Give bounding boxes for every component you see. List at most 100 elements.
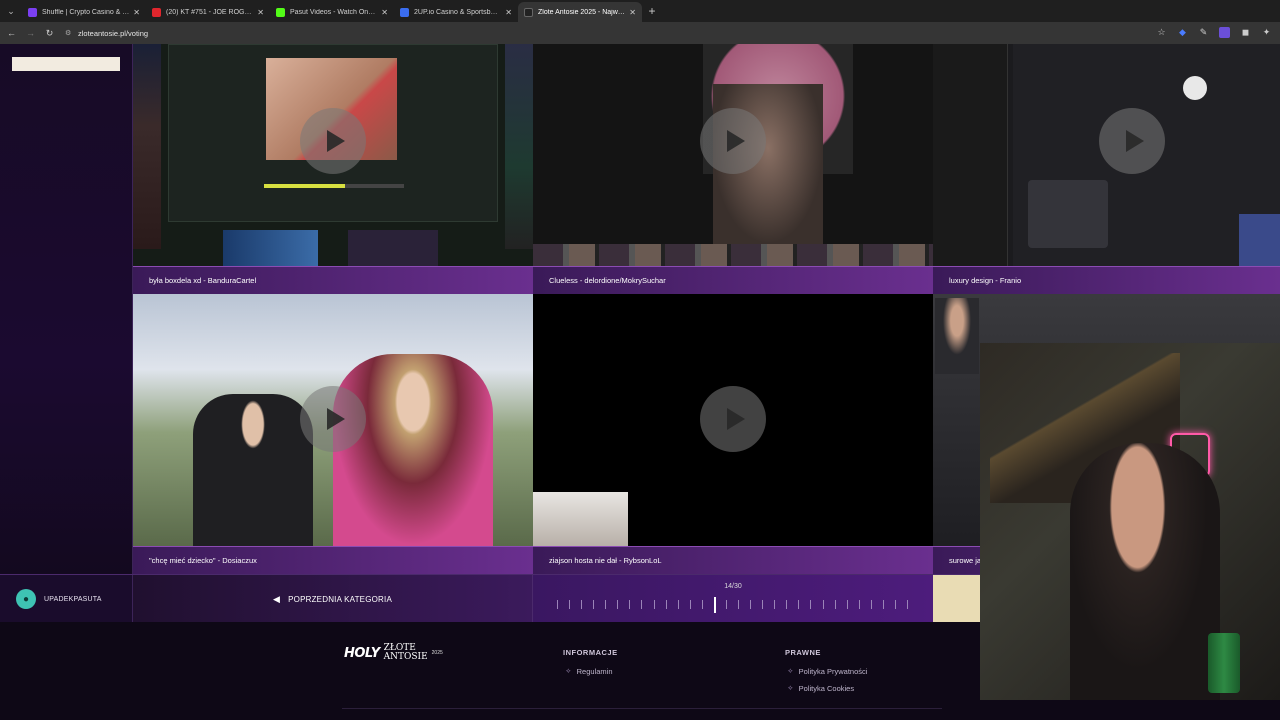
progress-tick[interactable] [593, 600, 595, 609]
progress-tick[interactable] [858, 600, 860, 609]
video-frame [533, 492, 628, 546]
new-tab-plus-icon[interactable]: + [642, 4, 662, 18]
browser-tab-4[interactable]: 2UP.io Casino & Sportsbook | ✕ [394, 2, 518, 22]
progress-tick[interactable] [834, 600, 836, 609]
video-card[interactable]: ziajson hosta nie dał - RybsonLoL [533, 294, 933, 574]
browser-tab-1[interactable]: Shuffle | Crypto Casino & Bitco ✕ [22, 2, 146, 22]
shuffle-favicon-icon [28, 7, 37, 17]
card-caption: luxury design - Franio [933, 266, 1280, 294]
footer-link-label: Polityka Cookies [798, 684, 855, 693]
puzzle-extensions-icon[interactable]: ✦ [1261, 27, 1272, 38]
progress-tick[interactable] [581, 600, 583, 609]
video-thumbnail [533, 44, 933, 266]
extension-icon[interactable]: ◼ [1240, 27, 1251, 38]
progress-tick[interactable] [738, 600, 740, 609]
previous-category-button[interactable]: ◀ POPRZEDNIA KATEGORIA [133, 575, 533, 623]
bullet-icon: ⟡ [566, 667, 571, 675]
tab-close-icon[interactable]: ✕ [133, 8, 140, 17]
footer-link-label: Polityka Prywatności [798, 667, 868, 676]
extension-icon[interactable]: ◆ [1177, 27, 1188, 38]
tab-close-icon[interactable]: ✕ [629, 8, 636, 17]
tab-search-chevron-icon[interactable]: ⌄ [0, 0, 22, 22]
webcam-person [1070, 443, 1220, 700]
forward-arrow-icon[interactable]: → [21, 28, 40, 38]
progress-tick[interactable] [822, 600, 824, 609]
footer-link-privacy[interactable]: ⟡ Polityka Prywatności [788, 667, 867, 676]
footer-link-regulamin[interactable]: ⟡ Regulamin [566, 667, 618, 676]
progress-tick[interactable] [894, 600, 896, 609]
play-icon[interactable] [1099, 108, 1165, 174]
video-card[interactable]: Clueless - delordione/MokrySuchar [533, 44, 933, 294]
sidebar-thumbnail[interactable] [12, 57, 120, 71]
video-frame [505, 44, 533, 249]
tab-label: Zlote Antosie 2025 - Największ [538, 8, 626, 16]
tab-label: (20) KT #751 - JOE ROGAN + S [166, 8, 254, 16]
progress-tick[interactable] [798, 600, 800, 609]
username: UPADEKPASUTA [44, 595, 102, 603]
category-progress: 14/30 [533, 575, 933, 623]
card-caption: "chcę mieć dziecko" - Dosiaczux [133, 546, 533, 574]
progress-tick[interactable] [762, 600, 764, 609]
site-info-icon[interactable]: ⚙ [65, 29, 73, 37]
progress-tick[interactable] [846, 600, 848, 609]
user-account[interactable]: ● UPADEKPASUTA [0, 575, 133, 623]
video-frame [133, 44, 161, 249]
webcam-can [1208, 633, 1240, 693]
youtube-favicon-icon [152, 7, 161, 17]
progress-tick[interactable] [605, 600, 607, 609]
progress-tick[interactable] [629, 600, 631, 609]
progress-tick[interactable] [641, 600, 643, 609]
play-icon[interactable] [300, 386, 366, 452]
left-sidebar [0, 44, 133, 574]
previous-category-label: POPRZEDNIA KATEGORIA [288, 594, 392, 604]
video-frame [935, 298, 979, 374]
progress-tick[interactable] [870, 600, 872, 609]
extension-icon[interactable]: ✎ [1198, 27, 1209, 38]
tab-close-icon[interactable]: ✕ [257, 8, 264, 17]
progress-tick[interactable] [617, 600, 619, 609]
progress-tick[interactable] [557, 600, 558, 609]
progress-tick-current[interactable] [713, 597, 716, 613]
tab-close-icon[interactable]: ✕ [505, 8, 512, 17]
video-card[interactable]: była boxdela xd - BanduraCartel [133, 44, 533, 294]
play-icon[interactable] [300, 108, 366, 174]
reload-icon[interactable]: ↻ [40, 28, 59, 39]
footer-link-cookies[interactable]: ⟡ Polityka Cookies [788, 684, 867, 693]
site-logo[interactable]: HOLY ZŁOTE ANTOSIE 2025 [344, 644, 443, 662]
extension-icon[interactable] [1219, 27, 1230, 38]
footer-info-heading: INFORMACJE [563, 648, 618, 657]
play-icon[interactable] [700, 386, 766, 452]
progress-tick[interactable] [750, 600, 752, 609]
progress-tick[interactable] [810, 600, 812, 609]
browser-tab-5-active[interactable]: Zlote Antosie 2025 - Największ ✕ [518, 2, 642, 22]
progress-tick[interactable] [677, 600, 679, 609]
browser-tab-3[interactable]: Pasut Videos - Watch On-Dem ✕ [270, 2, 394, 22]
progress-tick[interactable] [882, 600, 884, 609]
tab-close-icon[interactable]: ✕ [381, 8, 388, 17]
progress-stripe [264, 184, 404, 188]
back-arrow-icon[interactable]: ← [2, 28, 21, 38]
progress-ticks[interactable] [557, 597, 909, 613]
browser-tab-bar: ⌄ Shuffle | Crypto Casino & Bitco ✕ (20)… [0, 0, 1280, 22]
tab-label: Shuffle | Crypto Casino & Bitco [42, 8, 130, 16]
user-avatar-icon: ● [16, 589, 36, 609]
progress-tick[interactable] [653, 600, 655, 609]
url-field[interactable]: ⚙ zloteantosie.pl/voting [65, 29, 148, 38]
video-card[interactable]: "chcę mieć dziecko" - Dosiaczux [133, 294, 533, 574]
progress-tick[interactable] [907, 600, 908, 609]
next-category-button[interactable] [933, 575, 980, 623]
browser-address-bar: ← → ↻ ⚙ zloteantosie.pl/voting ☆ ◆ ✎ ◼ ✦ [0, 22, 1280, 44]
video-card[interactable]: luxury design - Franio [933, 44, 1280, 294]
bookmark-star-icon[interactable]: ☆ [1156, 27, 1167, 38]
progress-tick[interactable] [774, 600, 776, 609]
progress-tick[interactable] [786, 600, 788, 609]
progress-tick[interactable] [569, 600, 571, 609]
card-caption: Clueless - delordione/MokrySuchar [533, 266, 933, 294]
logo-year: 2025 [431, 650, 443, 656]
play-icon[interactable] [700, 108, 766, 174]
progress-tick[interactable] [689, 600, 691, 609]
progress-tick[interactable] [725, 600, 727, 609]
progress-tick[interactable] [665, 600, 667, 609]
progress-tick[interactable] [701, 600, 703, 609]
browser-tab-2[interactable]: (20) KT #751 - JOE ROGAN + S ✕ [146, 2, 270, 22]
